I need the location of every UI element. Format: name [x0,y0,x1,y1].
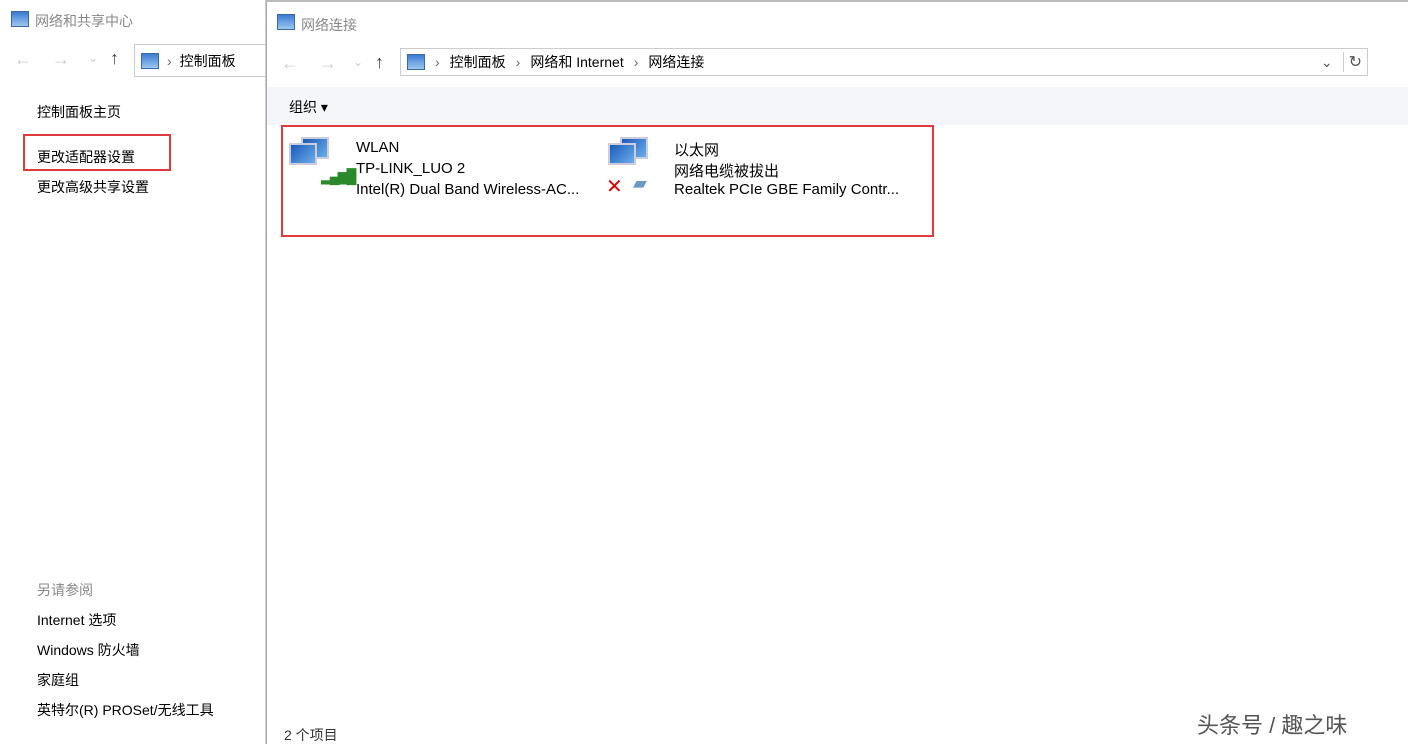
breadcrumb-item[interactable]: 控制面板 [450,52,506,72]
network-connections-icon [277,14,295,30]
forward-arrow-icon[interactable]: → [319,53,337,74]
adapter-status: TP-LINK_LUO 2 [356,160,465,177]
intel-proset-link[interactable]: 英特尔(R) PROSet/无线工具 [37,700,214,720]
refresh-icon[interactable]: ↻ [1343,52,1367,72]
status-bar-count: 2 个项目 [284,725,338,745]
back-arrow-icon[interactable]: ← [281,53,299,74]
chevron-right-icon: › [634,54,639,70]
breadcrumb-item[interactable]: 网络连接 [648,52,704,72]
internet-options-link[interactable]: Internet 选项 [37,610,116,630]
adapter-name: 以太网 [674,139,719,160]
control-panel-icon [141,53,159,69]
adapter-name: WLAN [356,139,399,156]
advanced-sharing-settings-link[interactable]: 更改高级共享设置 [37,177,149,197]
control-panel-home-link[interactable]: 控制面板主页 [37,102,121,122]
ethernet-cable-icon: ▰ [633,173,647,194]
chevron-down-icon[interactable]: ⌄ [88,51,98,65]
network-connections-window: 网络连接 ← → ⌄ ↑ › 控制面板 › 网络和 Internet › 网络连… [266,0,1408,744]
dropdown-chevron-icon[interactable]: ⌄ [1321,54,1333,71]
window-title: 网络连接 [301,15,357,35]
window-title: 网络和共享中心 [35,11,133,31]
computer-icon [608,137,652,177]
adapter-device: Intel(R) Dual Band Wireless-AC... [356,181,579,198]
adapter-device: Realtek PCIe GBE Family Contr... [674,181,899,198]
back-arrow-icon[interactable]: ← [14,49,32,70]
chevron-right-icon: › [167,53,172,69]
disconnected-x-icon: ✕ [606,174,623,199]
chevron-right-icon: › [435,54,440,70]
homegroup-link[interactable]: 家庭组 [37,670,79,690]
organize-button[interactable]: 组织 ▾ [289,97,328,117]
network-sharing-center-window: 网络和共享中心 ← → ⌄ ↑ › 控制面板 控制面板主页 更改适配器设置 更改… [0,0,266,744]
network-icon [11,11,29,27]
up-arrow-icon[interactable]: ↑ [375,52,384,73]
toolbar: 组织 ▾ [267,87,1408,125]
up-arrow-icon[interactable]: ↑ [110,48,119,69]
breadcrumb-item[interactable]: 网络和 Internet [530,52,623,72]
network-icon [407,54,425,70]
address-bar[interactable]: › 控制面板 [134,44,274,77]
watermark: 头条号 / 趣之味 [1197,708,1347,740]
forward-arrow-icon[interactable]: → [52,49,70,70]
address-bar[interactable]: › 控制面板 › 网络和 Internet › 网络连接 ⌄ ↻ [400,48,1368,76]
highlight-box [23,134,171,171]
windows-firewall-link[interactable]: Windows 防火墙 [37,640,140,660]
see-also-heading: 另请参阅 [37,580,93,600]
breadcrumb-item[interactable]: 控制面板 [180,51,236,71]
signal-bars-icon: ▂▄▆█ [321,168,354,185]
chevron-right-icon: › [516,54,521,70]
adapter-status: 网络电缆被拔出 [674,160,779,181]
chevron-down-icon[interactable]: ⌄ [353,55,363,69]
